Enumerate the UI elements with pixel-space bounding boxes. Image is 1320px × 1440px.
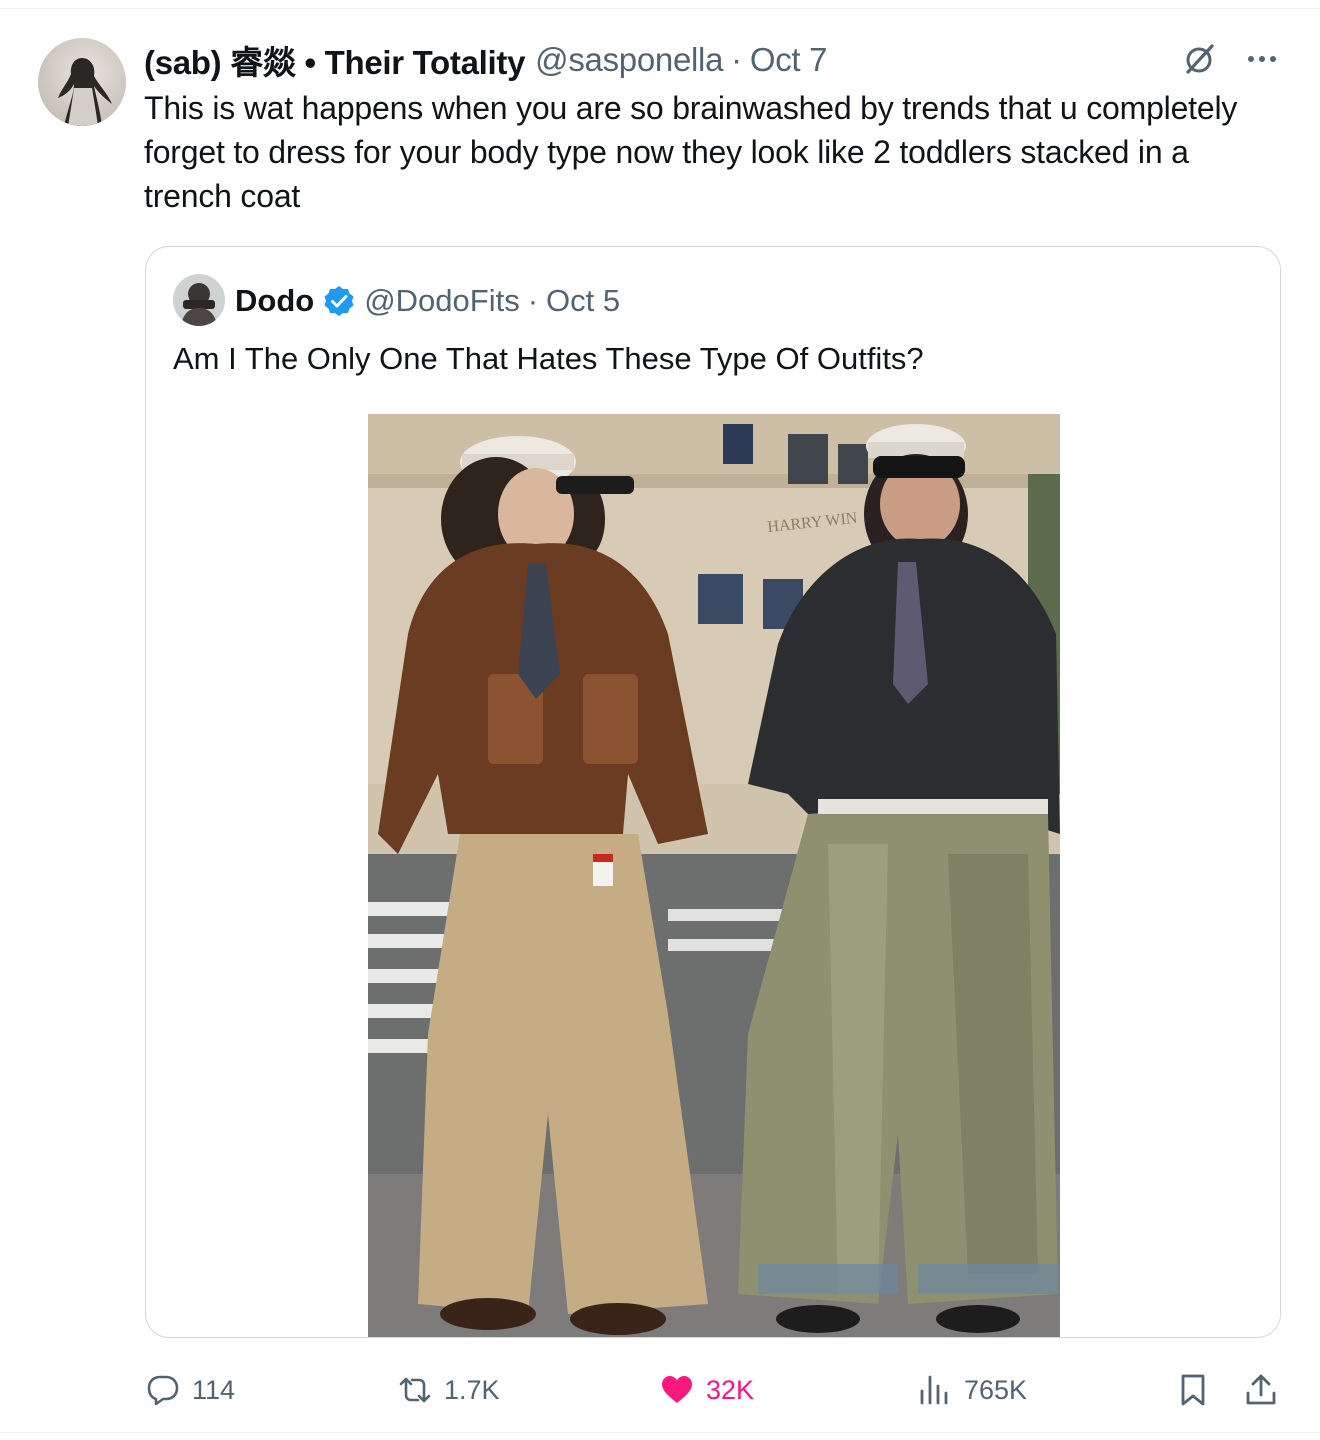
verified-badge-icon [324, 286, 354, 316]
repost-icon [399, 1377, 431, 1403]
top-divider [0, 8, 1320, 9]
like-button[interactable]: 32K [660, 1362, 754, 1418]
views-button[interactable]: 765K [918, 1362, 1027, 1418]
quoted-separator: · [527, 283, 539, 318]
tweet-header: (sab) 睿燚 • Their Totality @sasponella · … [144, 38, 827, 82]
quoted-display-name[interactable]: Dodo [235, 283, 314, 319]
header-separator: · [731, 41, 742, 78]
quoted-text: Am I The Only One That Hates These Type … [173, 341, 924, 376]
reply-icon [147, 1375, 179, 1406]
bookmark-button[interactable] [1176, 1362, 1210, 1418]
quoted-header: Dodo @DodoFits · Oct 5 [235, 279, 620, 323]
reply-count: 114 [192, 1374, 236, 1405]
repost-button[interactable]: 1.7K [398, 1362, 500, 1418]
grok-icon[interactable] [1180, 40, 1218, 78]
header-actions [1180, 40, 1280, 78]
author-avatar[interactable] [38, 38, 126, 126]
share-icon [1246, 1374, 1276, 1405]
more-icon[interactable] [1244, 41, 1280, 77]
action-bar: 114 1.7K 32K 765K [0, 1362, 1320, 1418]
author-display-name[interactable]: (sab) 睿燚 • Their Totality [144, 36, 525, 84]
quoted-tweet[interactable]: Dodo @DodoFits · Oct 5 Am I The Only One… [145, 246, 1281, 1338]
photo-label-text: Marlboro [368, 414, 369, 415]
views-count: 765K [964, 1374, 1028, 1405]
views-icon [920, 1375, 948, 1405]
bookmark-icon [1181, 1374, 1205, 1406]
quoted-handle[interactable]: @DodoFits [364, 283, 520, 319]
share-button[interactable] [1244, 1362, 1278, 1418]
tweet-date[interactable]: Oct 7 [750, 41, 828, 79]
quoted-author-avatar[interactable] [173, 274, 225, 326]
quoted-photo[interactable]: HARRY WIN [368, 414, 1060, 1337]
like-icon [662, 1376, 692, 1403]
repost-count: 1.7K [444, 1374, 500, 1405]
like-count: 32K [706, 1374, 755, 1405]
quoted-date[interactable]: Oct 5 [546, 283, 620, 319]
reply-button[interactable]: 114 [146, 1362, 235, 1418]
tweet-text: This is wat happens when you are so brai… [144, 90, 1238, 214]
author-handle[interactable]: @sasponella [535, 41, 723, 79]
bottom-divider [0, 1432, 1320, 1433]
